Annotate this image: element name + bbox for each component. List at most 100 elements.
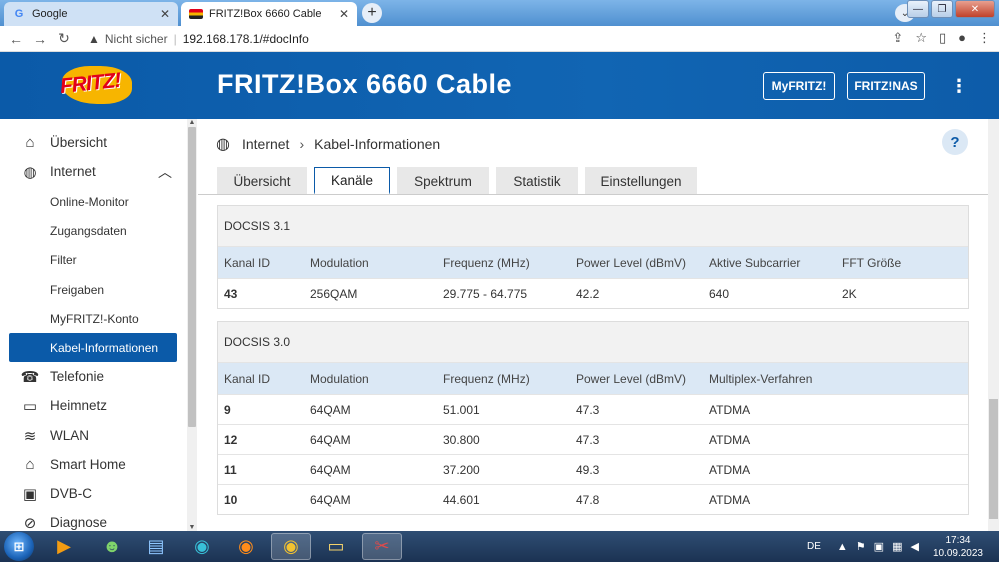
table-row: 10 64QAM 44.601 47.8 ATDMA: [218, 484, 968, 514]
tab-divider: [198, 194, 988, 195]
reload-icon[interactable]: ↻: [52, 30, 76, 47]
tab-statistik[interactable]: Statistik: [496, 167, 578, 195]
breadcrumb-internet[interactable]: Internet: [242, 136, 289, 152]
sidebar-item-filter[interactable]: Filter: [0, 245, 186, 274]
table-cell: 11: [224, 462, 237, 477]
sidebar-item-dvb-c[interactable]: ▣ DVB-C: [0, 479, 186, 508]
sidebar-item-wlan[interactable]: ≋ WLAN: [0, 421, 186, 450]
profile-icon[interactable]: ●: [958, 30, 966, 46]
sidebar-item-myfritz-konto[interactable]: MyFRITZ!-Konto: [0, 304, 186, 333]
table-cell: 43: [224, 286, 238, 301]
sidebar-scroll-thumb[interactable]: [188, 127, 196, 427]
fritznas-button[interactable]: FRITZ!NAS: [847, 72, 925, 100]
table-cell: 47.3: [576, 432, 600, 447]
new-tab-button[interactable]: +: [362, 3, 382, 23]
sidebar-item-label: WLAN: [50, 428, 90, 443]
column-header: Frequenz (MHz): [443, 371, 530, 386]
start-button[interactable]: ⊞: [4, 532, 34, 561]
more-menu-icon[interactable]: ⋮: [950, 74, 968, 98]
column-header: Frequenz (MHz): [443, 255, 530, 270]
sidebar-item-label: Smart Home: [50, 457, 126, 472]
clock[interactable]: 17:34 10.09.2023: [933, 534, 983, 560]
tab-uebersicht[interactable]: Übersicht: [217, 167, 307, 195]
explorer-icon[interactable]: ▭: [316, 533, 356, 560]
sidebar-item-heimnetz[interactable]: ▭ Heimnetz: [0, 391, 186, 420]
monitor-icon[interactable]: ▤: [136, 533, 176, 560]
scroll-up-icon[interactable]: ▲: [187, 119, 197, 126]
table-cell: 37.200: [443, 462, 480, 477]
sidebar-scrollbar[interactable]: ▲ ▼: [187, 119, 197, 531]
firefox-icon[interactable]: ◉: [226, 533, 266, 560]
fritz-logo[interactable]: FRITZ!: [56, 62, 138, 110]
table-cell: 640: [709, 286, 730, 301]
omnibox[interactable]: ▲ Nicht sicher | 192.168.178.1/#docInfo: [88, 32, 309, 46]
network-tray-icon[interactable]: ▦: [892, 540, 902, 553]
table-cell: 9: [224, 402, 231, 417]
browser-tab-title: FRITZ!Box 6660 Cable: [209, 8, 322, 20]
wifi-icon: ≋: [23, 427, 37, 445]
language-indicator[interactable]: DE: [807, 541, 821, 552]
window-close-button[interactable]: ✕: [955, 0, 995, 18]
table-cell: 29.775 - 64.775: [443, 286, 528, 301]
url-text[interactable]: 192.168.178.1/#docInfo: [183, 32, 309, 46]
tab-einstellungen[interactable]: Einstellungen: [585, 167, 697, 195]
tab-kanaele[interactable]: Kanäle: [314, 167, 390, 195]
browser-menu-icon[interactable]: ⋮: [978, 30, 991, 46]
table-cell: 30.800: [443, 432, 480, 447]
close-icon[interactable]: ✕: [160, 7, 170, 21]
flag-icon[interactable]: ⚑: [856, 540, 866, 553]
close-icon[interactable]: ✕: [339, 7, 349, 21]
main-scrollbar[interactable]: [988, 119, 999, 531]
sidebar-item-label: Diagnose: [50, 515, 108, 530]
snipping-tool-icon[interactable]: ✂: [362, 533, 402, 560]
scroll-down-icon[interactable]: ▼: [187, 524, 197, 531]
sidebar-item-online-monitor[interactable]: Online-Monitor: [0, 187, 186, 216]
help-button[interactable]: ?: [942, 129, 968, 155]
myfritz-button[interactable]: MyFRITZ!: [763, 72, 835, 100]
browser-tab-title: Google: [32, 8, 68, 20]
side-panel-icon[interactable]: ▯: [939, 30, 946, 46]
share-icon[interactable]: ⇪: [892, 30, 903, 46]
maximize-button[interactable]: ❐: [931, 0, 953, 18]
table-cell: 12: [224, 432, 238, 447]
tab-spektrum[interactable]: Spektrum: [397, 167, 489, 195]
chrome-icon[interactable]: ◉: [271, 533, 311, 560]
sidebar-item-label: Internet: [50, 164, 96, 179]
people-icon[interactable]: ☻: [92, 533, 132, 560]
home-icon: ⌂: [25, 134, 35, 151]
sidebar-item-smart-home[interactable]: ⌂ Smart Home: [0, 450, 186, 479]
back-icon[interactable]: ←: [4, 31, 28, 47]
minimize-button[interactable]: —: [907, 0, 929, 18]
sidebar-item-diagnose[interactable]: ⊘ Diagnose: [0, 508, 186, 532]
browser-tab-strip: G Google ✕ FRITZ!Box 6660 Cable ✕ + ⌄ — …: [0, 0, 999, 26]
main-scroll-thumb[interactable]: [989, 399, 998, 519]
main-content: ◍ Internet › Kabel-Informationen ? Übers…: [198, 119, 988, 531]
bookmark-star-icon[interactable]: ☆: [915, 30, 927, 46]
table-cell: 64QAM: [310, 492, 351, 507]
screen-icon[interactable]: ▣: [874, 540, 884, 553]
browser-tab-fritzbox[interactable]: FRITZ!Box 6660 Cable ✕: [181, 2, 357, 26]
sidebar-item-freigaben[interactable]: Freigaben: [0, 275, 186, 304]
not-secure-label: Nicht sicher: [104, 31, 168, 46]
column-header: Modulation: [310, 255, 369, 270]
sidebar-item-internet[interactable]: ◍ Internet ︿: [0, 157, 186, 186]
sidebar-item-zugangsdaten[interactable]: Zugangsdaten: [0, 216, 186, 245]
table-cell: ATDMA: [709, 462, 751, 477]
chevron-up-icon[interactable]: ︿: [158, 162, 172, 182]
table-row: 43 256QAM 29.775 - 64.775 42.2 640 2K: [218, 278, 968, 308]
table-cell: 51.001: [443, 402, 480, 417]
volume-icon[interactable]: ◀: [910, 540, 918, 553]
toolbar-icons: ⇪ ☆ ▯ ● ⋮: [892, 30, 991, 46]
tray-expand-icon[interactable]: ▲: [837, 541, 848, 553]
sidebar-item-uebersicht[interactable]: ⌂ Übersicht: [0, 128, 186, 157]
browser-tab-google[interactable]: G Google ✕: [4, 2, 178, 26]
chevron-right-icon: ›: [299, 136, 305, 152]
sidebar-item-kabel-informationen[interactable]: Kabel-Informationen: [9, 333, 177, 362]
media-player-icon[interactable]: ▶: [44, 533, 84, 560]
sidebar-item-telefonie[interactable]: ☎ Telefonie: [0, 362, 186, 391]
table-cell: 42.2: [576, 286, 600, 301]
table-title: DOCSIS 3.1: [218, 206, 968, 246]
column-header: Power Level (dBmV): [576, 371, 687, 386]
edge-icon[interactable]: ◉: [182, 533, 222, 560]
forward-icon[interactable]: →: [28, 31, 52, 47]
